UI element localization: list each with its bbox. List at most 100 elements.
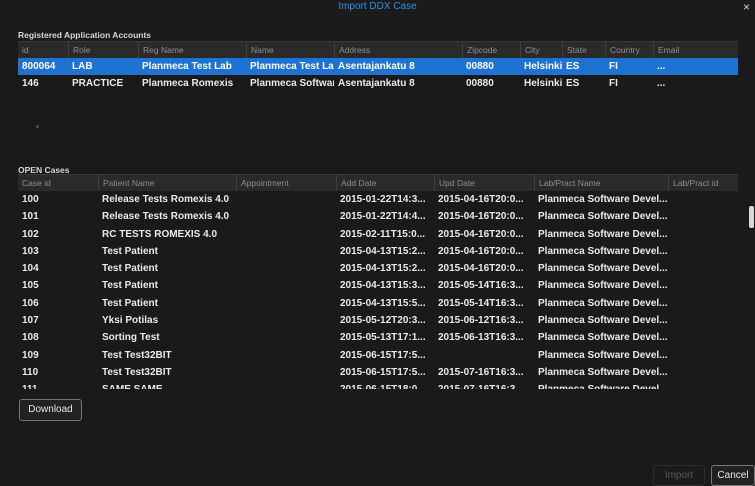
case-cell: Planmeca Software Devel... [538, 211, 668, 223]
accounts-col-header[interactable]: Email [653, 42, 738, 58]
case-cell [668, 381, 738, 389]
case-cell [668, 329, 738, 346]
accounts-col-header[interactable]: Name [246, 42, 334, 58]
case-cell [668, 226, 738, 243]
case-cell: 111 [18, 381, 98, 389]
cases-col-header[interactable]: Case id [18, 175, 98, 191]
case-cell [236, 191, 336, 208]
case-cell [668, 312, 738, 329]
case-cell: 2015-06-15T17:5... [340, 366, 426, 378]
case-row[interactable]: 103 Test Patient 2015-04-13T15:2... 2015-04… [18, 243, 738, 260]
account-cell: Asentajankatu 8 [338, 61, 415, 72]
account-cell: 00880 [466, 61, 494, 72]
case-cell [236, 381, 336, 389]
cases-col-header[interactable]: Patient Name [98, 175, 236, 191]
case-cell: 102 [22, 228, 39, 240]
case-cell: Test Patient [102, 263, 158, 275]
cases-table: Case id Patient Name Appointment Add Date Up… [18, 174, 738, 389]
accounts-col-header[interactable]: City [520, 42, 562, 58]
accounts-col-header[interactable]: Address [334, 42, 462, 58]
cases-col-header[interactable]: Add Date [336, 175, 434, 191]
case-row[interactable]: 105 Test Patient 2015-04-13T15:3... 2015-05… [18, 277, 738, 294]
case-cell: 100 [22, 194, 39, 205]
case-cell: 2015-04-16T20:0... [438, 245, 524, 257]
case-row[interactable]: 111SAME SAME 2015-06-15T18:0...2015-07-16… [18, 381, 738, 389]
case-cell: Planmeca Software Devel... [538, 228, 668, 240]
accounts-col-header[interactable]: Country [605, 42, 653, 58]
cases-col-header[interactable]: Appointment [236, 175, 336, 191]
case-cell: 104 [22, 263, 39, 275]
case-cell: RC TESTS ROMEXIS 4.0 [102, 228, 218, 240]
title-bar: Import DDX Case × [0, 0, 755, 16]
account-cell: 00880 [466, 78, 494, 89]
case-cell: 2015-05-14T16:3... [438, 297, 524, 309]
cases-col-header[interactable]: Lab/Pract Name [534, 175, 668, 191]
import-button[interactable]: Import [653, 465, 705, 486]
account-row[interactable]: 146 PRACTICE Planmeca Romexis Planmeca Soft… [18, 75, 738, 92]
case-cell: 109 [22, 349, 39, 361]
window-title: Import DDX Case [338, 1, 417, 12]
case-cell [236, 260, 336, 277]
case-cell: 105 [22, 280, 39, 292]
case-row[interactable]: 110 Test Test32BIT 2015-06-15T17:5... 2015-… [18, 364, 738, 381]
case-cell: 2015-05-12T20:3... [340, 315, 426, 327]
case-cell [668, 364, 738, 381]
case-cell [668, 260, 738, 277]
account-cell: LAB [72, 61, 93, 72]
case-cell: 2015-07-16T16:3... [434, 381, 534, 389]
case-cell [668, 243, 738, 260]
account-cell: Helsinki [524, 61, 562, 72]
accounts-col-header[interactable]: Reg Name [138, 42, 246, 58]
case-cell: 2015-04-13T15:5... [340, 297, 426, 309]
case-cell: SAME SAME [98, 381, 236, 389]
account-cell: 146 [22, 78, 39, 89]
case-cell [236, 347, 336, 364]
marker-dot [36, 125, 39, 128]
case-cell: 2015-06-13T16:3... [438, 332, 524, 344]
case-cell: 103 [22, 245, 39, 257]
case-cell: 2015-04-16T20:0... [438, 211, 524, 223]
account-cell: FI [609, 61, 618, 72]
cases-col-header[interactable]: Lab/Pract id [668, 175, 738, 191]
case-cell: 101 [22, 211, 39, 223]
case-cell: Planmeca Software Devel... [538, 194, 668, 205]
accounts-col-header[interactable]: id [18, 42, 68, 58]
case-cell: 107 [22, 315, 39, 327]
case-row[interactable]: 104 Test Patient 2015-04-13T15:2... 2015-04… [18, 260, 738, 277]
account-cell: ... [657, 61, 666, 72]
case-cell: Planmeca Software Devel... [538, 349, 668, 361]
cases-col-header[interactable]: Upd Date [434, 175, 534, 191]
account-row[interactable]: 800064 LAB Planmeca Test Lab Planmeca Test … [18, 58, 738, 75]
accounts-col-header[interactable]: Zipcode [462, 42, 520, 58]
case-row[interactable]: 108 Sorting Test 2015-05-13T17:1... 2015-06… [18, 329, 738, 346]
close-icon[interactable]: × [743, 0, 750, 14]
case-cell: Test Test32BIT [102, 366, 172, 378]
accounts-header-row: id Role Reg Name Name Address Zipcode City Stat… [18, 41, 738, 58]
account-cell: Planmeca Test Lab [250, 61, 334, 72]
case-row[interactable]: 101 Release Tests Romexis 4.0 2015-01-22T1… [18, 208, 738, 225]
case-cell [236, 226, 336, 243]
case-cell [668, 277, 738, 294]
account-cell: PRACTICE [72, 78, 124, 89]
download-button[interactable]: Download [19, 399, 82, 421]
case-cell: 2015-04-13T15:2... [340, 263, 426, 275]
accounts-col-header[interactable]: State [562, 42, 605, 58]
case-row[interactable]: 109 Test Test32BIT 2015-06-15T17:5... Planm… [18, 347, 738, 364]
case-row[interactable]: 107 Yksi Potilas 2015-05-12T20:3... 2015-06… [18, 312, 738, 329]
case-cell [236, 312, 336, 329]
case-cell [236, 329, 336, 346]
case-cell [236, 208, 336, 225]
cases-scrollbar[interactable] [749, 206, 754, 228]
case-row[interactable]: 100 Release Tests Romexis 4.0 2015-01-22T1… [18, 191, 738, 208]
accounts-table: id Role Reg Name Name Address Zipcode City Stat… [18, 41, 738, 92]
case-cell: 108 [22, 332, 39, 344]
case-cell: 2015-06-12T16:3... [438, 315, 524, 327]
case-cell: Sorting Test [102, 332, 160, 344]
cancel-button[interactable]: Cancel [711, 465, 755, 486]
account-cell: Asentajankatu 8 [338, 78, 415, 89]
case-row[interactable]: 102 RC TESTS ROMEXIS 4.0 2015-02-11T15:0..… [18, 226, 738, 243]
case-cell: 2015-02-11T15:0... [340, 228, 426, 240]
accounts-col-header[interactable]: Role [68, 42, 138, 58]
case-row[interactable]: 106 Test Patient 2015-04-13T15:5... 2015-05… [18, 295, 738, 312]
accounts-section-label: Registered Application Accounts [18, 30, 152, 40]
